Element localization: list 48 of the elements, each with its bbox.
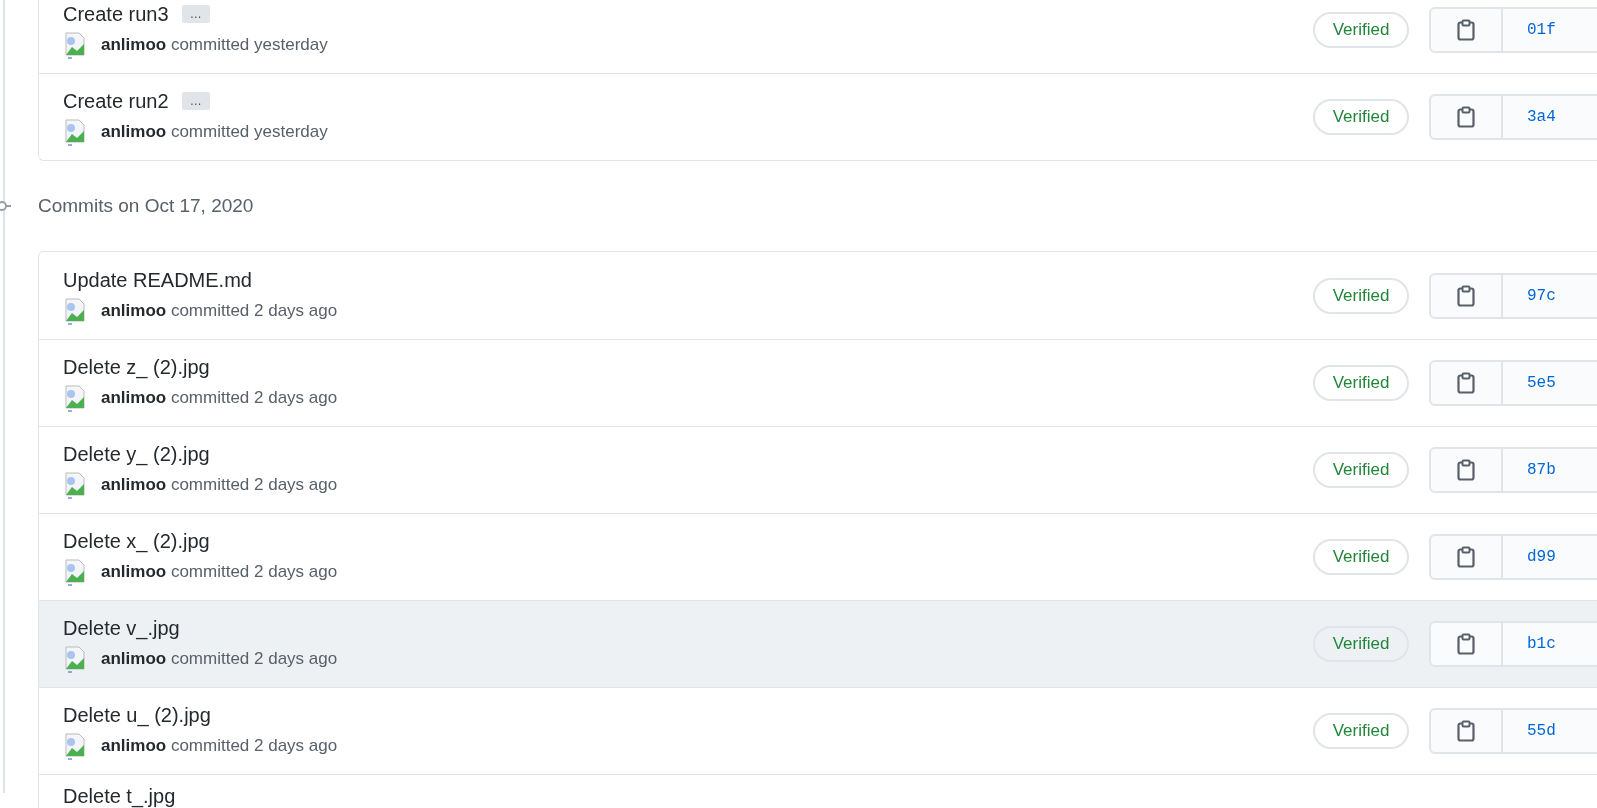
commit-meta: anlimoo committed 2 days ago bbox=[101, 735, 338, 758]
expand-button[interactable]: … bbox=[181, 4, 210, 23]
broken-image-avatar-icon bbox=[63, 296, 87, 325]
timeline-node-icon bbox=[0, 200, 12, 212]
verified-badge: Verified bbox=[1313, 11, 1409, 48]
verified-badge: Verified bbox=[1313, 539, 1409, 575]
broken-image-avatar-icon bbox=[63, 732, 87, 760]
clipboard-icon bbox=[1457, 284, 1475, 307]
commit-title[interactable]: Create run3 bbox=[63, 0, 169, 27]
verified-badge: Verified bbox=[1313, 626, 1409, 662]
commit-row[interactable]: Create run2 … anlimoo committed yesterday Verified 3a4 bbox=[39, 73, 1597, 160]
broken-image-avatar-icon bbox=[63, 118, 87, 146]
commit-meta: anlimoo committed 2 days ago bbox=[101, 299, 338, 322]
verified-badge: Verified bbox=[1313, 365, 1409, 401]
clipboard-icon bbox=[1457, 720, 1475, 742]
clipboard-icon bbox=[1457, 459, 1475, 481]
commit-title[interactable]: Delete y_ (2).jpg bbox=[63, 441, 210, 467]
commit-title[interactable]: Delete v_.jpg bbox=[63, 615, 180, 641]
commit-row[interactable]: Delete v_.jpg anlimoo committed 2 days ago Verified b1c bbox=[39, 600, 1597, 687]
commit-title[interactable]: Delete z_ (2).jpg bbox=[63, 354, 210, 380]
commit-meta: anlimoo committed yesterday bbox=[101, 121, 328, 144]
date-heading: Commits on Oct 17, 2020 bbox=[38, 193, 254, 218]
broken-image-avatar-icon bbox=[63, 558, 87, 586]
verified-badge: Verified bbox=[1313, 713, 1409, 749]
commit-title[interactable]: Create run2 bbox=[63, 88, 169, 114]
clipboard-icon bbox=[1457, 546, 1475, 568]
commit-title[interactable]: Delete x_ (2).jpg bbox=[63, 528, 210, 554]
broken-image-avatar-icon bbox=[63, 30, 87, 59]
commit-meta: anlimoo committed 2 days ago bbox=[101, 474, 338, 497]
verified-badge: Verified bbox=[1313, 99, 1409, 135]
expand-button[interactable]: … bbox=[181, 92, 210, 110]
commit-meta: anlimoo committed 2 days ago bbox=[101, 648, 338, 671]
commit-title[interactable]: Update README.md bbox=[63, 266, 252, 293]
commit-meta: anlimoo committed 2 days ago bbox=[101, 387, 338, 410]
commit-meta: anlimoo committed 2 days ago bbox=[101, 561, 338, 584]
commit-row[interactable]: Delete t_.jpg bbox=[39, 774, 1597, 808]
clipboard-icon bbox=[1457, 106, 1475, 128]
broken-image-avatar-icon bbox=[63, 384, 87, 412]
broken-image-avatar-icon bbox=[63, 645, 87, 673]
commit-title[interactable]: Delete t_.jpg bbox=[63, 783, 176, 808]
clipboard-icon bbox=[1457, 372, 1475, 394]
commit-meta: anlimoo committed yesterday bbox=[101, 33, 328, 56]
verified-badge: Verified bbox=[1313, 277, 1409, 314]
clipboard-icon bbox=[1457, 633, 1475, 655]
verified-badge: Verified bbox=[1313, 452, 1409, 488]
commit-title[interactable]: Delete u_ (2).jpg bbox=[63, 702, 211, 728]
broken-image-avatar-icon bbox=[63, 471, 87, 499]
clipboard-icon bbox=[1457, 18, 1475, 41]
